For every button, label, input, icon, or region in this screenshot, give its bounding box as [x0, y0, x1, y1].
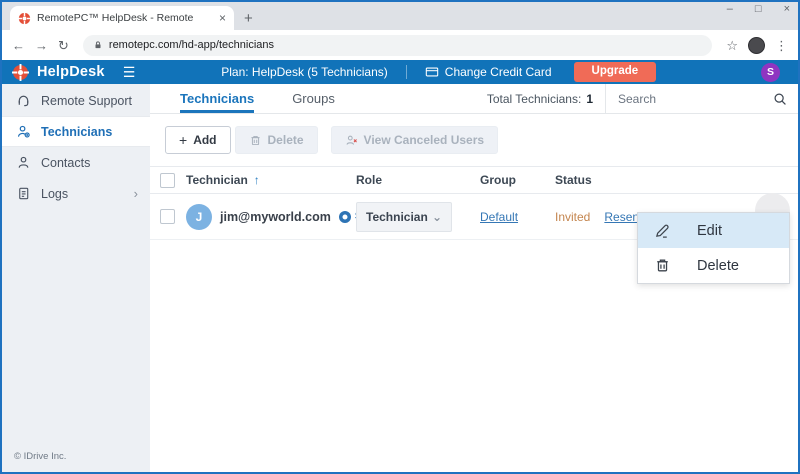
view-canceled-users-label: View Canceled Users [364, 133, 485, 147]
tab-close-icon[interactable]: × [219, 12, 226, 24]
trash-icon [249, 134, 262, 147]
tab-title: RemotePC™ HelpDesk - Remote [37, 12, 213, 24]
browser-tab[interactable]: RemotePC™ HelpDesk - Remote × [10, 6, 234, 30]
role-cell: Technician ⌄ [356, 202, 480, 232]
browser-menu-icon[interactable]: ⋮ [775, 39, 788, 52]
browser-tabstrip: RemotePC™ HelpDesk - Remote × + – □ × [2, 2, 798, 30]
browser-urlbar: ← → ↻ remotepc.com/hd-app/technicians ☆ … [2, 30, 798, 60]
sidebar-item-contacts[interactable]: Contacts [2, 147, 150, 178]
role-dropdown-value: Technician [366, 210, 428, 224]
url-text: remotepc.com/hd-app/technicians [109, 39, 274, 51]
menu-item-delete-label: Delete [697, 258, 739, 274]
menu-item-edit[interactable]: Edit [638, 213, 789, 248]
contact-icon [16, 155, 31, 170]
credit-card-icon [425, 65, 439, 79]
toolbar: + Add Delete View Canceled Users [150, 114, 798, 166]
total-technicians: Total Technicians: 1 [487, 84, 605, 113]
role-dropdown[interactable]: Technician ⌄ [356, 202, 452, 232]
technician-avatar: J [186, 204, 212, 230]
change-credit-card-button[interactable]: Change Credit Card [425, 65, 552, 79]
technician-icon [16, 124, 31, 139]
select-all-checkbox[interactable] [160, 173, 175, 188]
user-avatar[interactable]: S [761, 63, 780, 82]
delete-button[interactable]: Delete [235, 126, 318, 154]
menu-item-edit-label: Edit [697, 223, 722, 239]
add-button-label: Add [193, 133, 216, 147]
table-header: Technician ↑ Role Group Status [150, 166, 798, 194]
context-menu: Edit Delete [637, 212, 790, 284]
technician-cell: J jim@myworld.com SSO [186, 204, 356, 230]
column-status: Status [555, 173, 798, 187]
hamburger-menu-icon[interactable]: ☰ [123, 65, 136, 79]
copyright-label: © IDrive Inc. [14, 451, 66, 462]
add-button[interactable]: + Add [165, 126, 231, 154]
tab-groups[interactable]: Groups [292, 84, 335, 113]
trash-icon [654, 257, 671, 274]
reload-icon[interactable]: ↻ [58, 39, 69, 52]
total-technicians-value: 1 [586, 92, 593, 106]
view-canceled-users-button[interactable]: View Canceled Users [331, 126, 499, 154]
person-x-icon [345, 134, 358, 147]
sidebar-item-technicians[interactable]: Technicians [2, 116, 150, 147]
browser-profile-avatar[interactable] [748, 37, 765, 54]
address-bar[interactable]: remotepc.com/hd-app/technicians [83, 35, 712, 56]
plus-icon: + [179, 133, 187, 147]
window-controls: – □ × [727, 4, 790, 15]
new-tab-button[interactable]: + [244, 11, 253, 26]
technician-email: jim@myworld.com [220, 210, 331, 224]
window-minimize-button[interactable]: – [727, 4, 733, 15]
plan-label: Plan: HelpDesk (5 Technicians) [221, 65, 388, 79]
back-icon[interactable]: ← [12, 39, 25, 52]
sort-asc-icon: ↑ [254, 173, 260, 187]
column-technician-label: Technician [186, 173, 248, 187]
menu-item-delete[interactable]: Delete [638, 248, 789, 283]
sidebar-item-label: Contacts [41, 156, 90, 170]
column-group: Group [480, 173, 555, 187]
sidebar-item-logs[interactable]: Logs › [2, 178, 150, 209]
sidebar-item-label: Technicians [41, 125, 112, 139]
sidebar-item-label: Logs [41, 187, 68, 201]
window-maximize-button[interactable]: □ [755, 4, 762, 15]
helpdesk-favicon-icon [18, 12, 31, 25]
upgrade-button[interactable]: Upgrade [574, 62, 657, 82]
caret-down-icon: ⌄ [432, 211, 442, 223]
sidebar: Remote Support Technicians Contacts Logs… [2, 84, 150, 472]
row-checkbox[interactable] [160, 209, 175, 224]
total-technicians-label: Total Technicians: [487, 92, 582, 106]
status-badge: Invited [555, 210, 590, 224]
group-cell: Default [480, 208, 555, 226]
helpdesk-logo-icon [12, 64, 29, 81]
delete-button-label: Delete [268, 133, 304, 147]
search-icon[interactable] [773, 92, 787, 106]
search-box [606, 84, 798, 113]
header-divider [406, 65, 407, 79]
sidebar-item-remote-support[interactable]: Remote Support [2, 85, 150, 116]
group-link[interactable]: Default [480, 210, 518, 224]
browser-window: RemotePC™ HelpDesk - Remote × + – □ × ← … [0, 0, 800, 474]
bookmark-star-icon[interactable]: ☆ [726, 39, 738, 52]
column-role: Role [356, 173, 480, 187]
content-tabs-row: Technicians Groups Total Technicians: 1 [150, 84, 798, 114]
tab-technicians[interactable]: Technicians [180, 84, 254, 113]
sso-dot-icon [339, 211, 351, 223]
window-close-button[interactable]: × [784, 4, 790, 15]
pencil-icon [654, 222, 671, 239]
logs-icon [16, 186, 31, 201]
brand-title: HelpDesk [37, 64, 105, 80]
headset-icon [16, 93, 31, 108]
sidebar-item-label: Remote Support [41, 94, 132, 108]
chevron-right-icon: › [134, 186, 138, 201]
change-credit-card-label: Change Credit Card [445, 65, 552, 79]
forward-icon[interactable]: → [35, 39, 48, 52]
lock-icon [93, 40, 103, 50]
column-technician[interactable]: Technician ↑ [186, 173, 356, 187]
app-header: HelpDesk ☰ Plan: HelpDesk (5 Technicians… [2, 60, 798, 84]
search-input[interactable] [618, 92, 773, 106]
